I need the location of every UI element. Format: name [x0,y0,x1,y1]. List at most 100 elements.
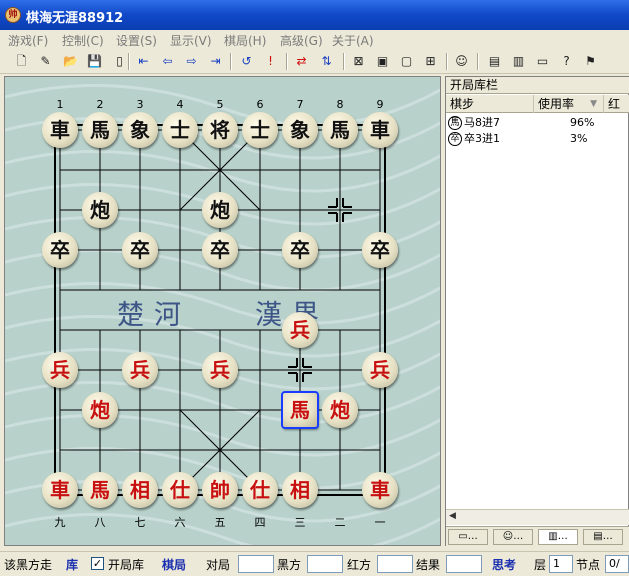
monitor-icon[interactable]: ▢ [397,52,416,71]
black-label: 黑方 [277,558,302,572]
red-piece[interactable]: 相 [282,472,318,508]
red-piece[interactable]: 仕 [162,472,198,508]
new-doc-icon[interactable]: 🗋 [12,52,31,71]
black-piece[interactable]: 卒 [122,232,158,268]
file-number-top: 5 [216,98,224,111]
prev-move-icon[interactable]: ⇦ [158,52,177,71]
panel-tab-player-icon[interactable]: ☺… [493,529,533,545]
black-piece[interactable]: 象 [122,112,158,148]
exclamation-icon[interactable]: ! [261,52,280,71]
column-header-usage-label: 使用率 [538,97,575,111]
black-piece[interactable]: 車 [362,112,398,148]
column-header-usage[interactable]: 使用率 ▼ [534,95,604,113]
screen-icon[interactable]: ▭ [533,52,552,71]
file-number-top: 2 [96,98,104,111]
toolbar-separator [446,53,448,70]
record-icon[interactable]: ▤ [485,52,504,71]
runner-icon[interactable]: ⚑ [581,52,600,71]
red-piece[interactable]: 馬 [281,391,319,429]
open-folder-icon[interactable]: 📂 [61,52,80,71]
menu-game[interactable]: 游戏(F) [8,32,48,49]
red-piece[interactable]: 車 [362,472,398,508]
next-move-icon[interactable]: ⇨ [182,52,201,71]
menu-settings[interactable]: 设置(S) [116,32,157,49]
help-icon[interactable]: ? [557,52,576,71]
player-icon[interactable]: ☺ [452,52,471,71]
undo-icon[interactable]: ↺ [237,52,256,71]
red-piece[interactable]: 兵 [122,352,158,388]
toolbar: 🗋 ✎ 📂 💾 ▯ ⇤ ⇦ ⇨ ⇥ ↺! ⇄ ⇅ ⊠ ▣ ▢ ⊞ ☺ ▤ ▥ ▭? ⚑ [0,49,629,74]
toolbar-separator [477,53,479,70]
panel-title: 开局库栏 [446,77,629,94]
column-header-red[interactable]: 红 [604,95,629,113]
black-piece[interactable]: 卒 [42,232,78,268]
menu-bar: 游戏(F) 控制(C) 设置(S) 显示(V) 棋局(H) 高级(G) 关于(A) [0,30,629,49]
tree-icon[interactable]: ⊞ [421,52,440,71]
first-move-icon[interactable]: ⇤ [134,52,153,71]
edit-doc-icon[interactable]: ✎ [36,52,55,71]
red-piece[interactable]: 兵 [362,352,398,388]
opening-book-label: 开局库 [108,558,145,572]
menu-about[interactable]: 关于(A) [332,32,374,49]
depth-label: 层 [534,558,547,572]
last-move-icon[interactable]: ⇥ [206,52,225,71]
flip-icon[interactable]: ⇅ [317,52,336,71]
black-piece[interactable]: 炮 [82,192,118,228]
red-piece[interactable]: 車 [42,472,78,508]
red-piece[interactable]: 馬 [82,472,118,508]
red-piece[interactable]: 兵 [282,312,318,348]
move-text: 卒3进1 [464,132,500,145]
swap-icon[interactable]: ⇄ [292,52,311,71]
red-piece[interactable]: 炮 [82,392,118,428]
chess-board[interactable]: 楚河 漢界 車馬象士将士象馬車炮炮卒卒卒卒卒兵兵兵兵兵炮馬炮車馬相仕帥仕相車 1… [4,76,441,546]
save-icon[interactable]: 💾 [85,52,104,71]
panel-tab-list-icon[interactable]: ▤… [583,529,623,545]
black-piece[interactable]: 卒 [282,232,318,268]
black-piece[interactable]: 卒 [362,232,398,268]
file-number-top: 8 [336,98,344,111]
menu-view[interactable]: 显示(V) [170,32,212,49]
black-piece[interactable]: 卒 [202,232,238,268]
menu-control[interactable]: 控制(C) [62,32,104,49]
analysis-icon[interactable]: ⊠ [349,52,368,71]
list-item[interactable]: 卒 卒3进1 3% [446,131,629,147]
column-header-move[interactable]: 棋步 [446,95,534,113]
red-label: 红方 [347,558,372,572]
layout-tag: 棋局 [162,558,187,572]
sort-down-icon: ▼ [590,99,597,109]
panel-tab-document-icon[interactable]: ▥… [538,529,578,545]
menu-advanced[interactable]: 高级(G) [280,32,323,49]
think-tag: 思考 [492,558,517,572]
black-piece[interactable]: 将 [202,112,238,148]
opening-book-checkbox[interactable]: ✓ [91,557,104,570]
opponent-label: 对局 [206,558,231,572]
menu-layout[interactable]: 棋局(H) [224,32,266,49]
red-piece[interactable]: 仕 [242,472,278,508]
red-piece[interactable]: 帥 [202,472,238,508]
red-piece[interactable]: 炮 [322,392,358,428]
panel-tab-monitor-icon[interactable]: ▭… [448,529,488,545]
black-piece[interactable]: 士 [242,112,278,148]
red-piece[interactable]: 兵 [42,352,78,388]
red-piece[interactable]: 兵 [202,352,238,388]
toolbar-separator [128,53,130,70]
black-piece[interactable]: 炮 [202,192,238,228]
engine-icon[interactable]: ▣ [373,52,392,71]
document-icon[interactable]: ▥ [509,52,528,71]
black-piece[interactable]: 馬 [82,112,118,148]
file-number-bottom: 七 [134,516,146,529]
black-piece[interactable]: 士 [162,112,198,148]
scroll-left-icon[interactable]: ◀ [449,511,456,521]
blank-page-icon[interactable]: ▯ [110,52,129,71]
black-piece[interactable]: 象 [282,112,318,148]
file-number-bottom: 八 [94,516,106,529]
black-piece[interactable]: 車 [42,112,78,148]
file-number-bottom: 九 [54,516,66,529]
file-number-top: 1 [56,98,64,111]
horizontal-scrollbar[interactable]: ◀ [446,509,629,525]
list-item[interactable]: 馬 马8进7 96% [446,115,629,131]
black-piece[interactable]: 馬 [322,112,358,148]
red-piece[interactable]: 相 [122,472,158,508]
turn-indicator: 该黑方走 [4,558,53,572]
status-bar: 该黑方走 库 ✓ 开局库 棋局 对局 黑方 红方 结果 思考 层 1 节点 0/ [0,551,629,576]
